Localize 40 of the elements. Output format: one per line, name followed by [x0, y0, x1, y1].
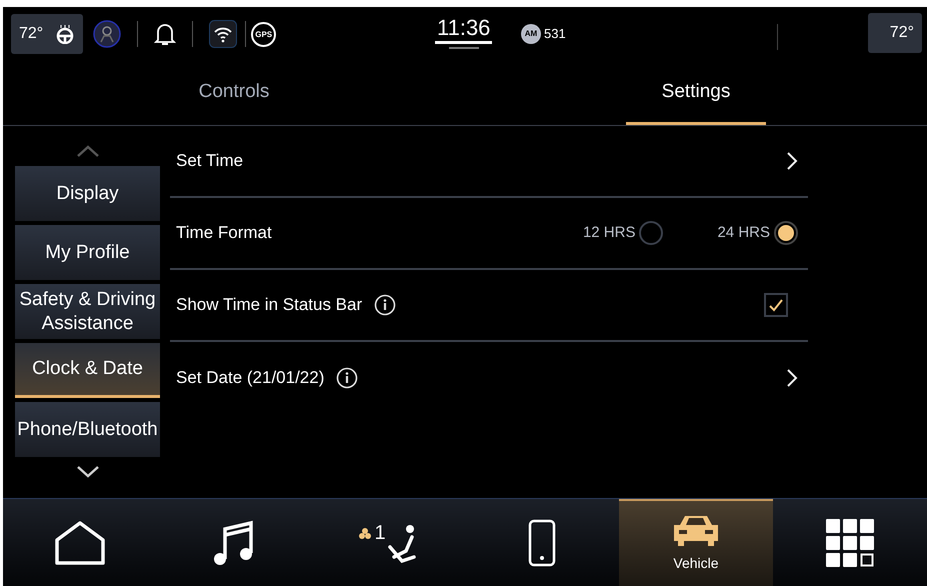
- smartphone-icon: [528, 518, 556, 566]
- info-icon[interactable]: [336, 367, 358, 389]
- clock-time[interactable]: 11:36: [435, 15, 492, 44]
- radio-band-badge: AM: [521, 24, 541, 44]
- nav-button[interactable]: 1: [311, 499, 465, 586]
- zone-number: 1: [374, 522, 386, 542]
- info-icon[interactable]: [374, 294, 396, 316]
- temperature[interactable]: 72°: [868, 13, 922, 53]
- sidebar-item[interactable]: Clock & Date: [15, 343, 160, 398]
- driver-assist-icon[interactable]: [93, 20, 122, 48]
- sidebar-item[interactable]: Safety & Driving Assistance: [15, 284, 160, 339]
- gps-icon[interactable]: GPS: [251, 22, 276, 47]
- setting-label: Show Time in Status Bar: [176, 294, 362, 316]
- sidebar-item[interactable]: Display: [15, 166, 160, 221]
- sidebar-item[interactable]: Phone/Bluetooth: [15, 402, 160, 457]
- setting-label: Set Time: [176, 150, 244, 172]
- sidebar-item[interactable]: My Profile: [15, 225, 160, 280]
- checkbox[interactable]: [764, 293, 788, 317]
- tab[interactable]: Settings: [626, 60, 766, 125]
- chevron-right-icon: [786, 368, 798, 388]
- radio-button[interactable]: [639, 221, 664, 245]
- heated-steering-wheel-icon[interactable]: [55, 24, 76, 44]
- setting-label: Time Format: [176, 222, 272, 244]
- wifi-icon[interactable]: [209, 20, 238, 48]
- home-icon: [54, 520, 106, 566]
- radio-label: 12 HRS: [582, 222, 636, 243]
- radio-label: 24 HRS: [717, 222, 770, 243]
- setting-label: Set Date (21/01/22): [176, 367, 324, 390]
- seat-icon: [388, 522, 418, 562]
- scroll-up-icon[interactable]: [76, 144, 100, 158]
- app-grid-icon: [826, 518, 874, 566]
- radio-button[interactable]: [774, 221, 798, 245]
- chevron-right-icon: [786, 151, 798, 171]
- radio-station[interactable]: 531: [544, 24, 566, 44]
- tab[interactable]: Controls: [162, 60, 306, 125]
- fan-icon: [358, 526, 372, 540]
- music-note-icon: [213, 518, 255, 566]
- checkmark-icon: [768, 298, 784, 312]
- scroll-down-icon[interactable]: [76, 465, 100, 479]
- nav-button[interactable]: Vehicle: [619, 499, 773, 586]
